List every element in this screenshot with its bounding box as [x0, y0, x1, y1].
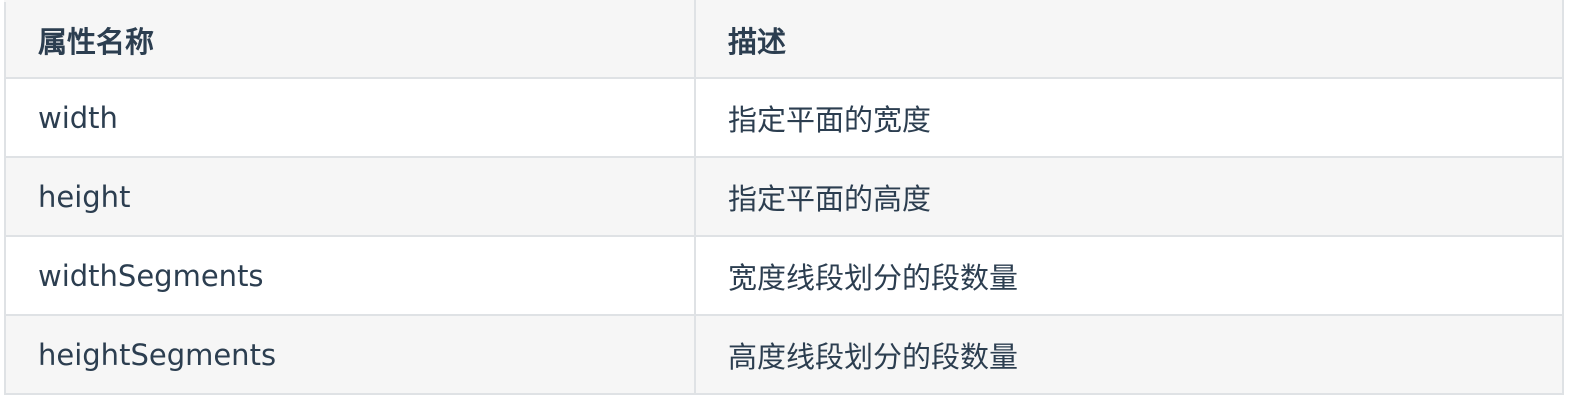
table-row: height 指定平面的高度 [4, 156, 1564, 237]
header-row: 属性名称 描述 [4, 0, 1564, 79]
header-description: 描述 [694, 0, 1564, 79]
table-header: 属性名称 描述 [4, 0, 1564, 79]
description-cell: 指定平面的宽度 [694, 77, 1564, 158]
properties-table: 属性名称 描述 width 指定平面的宽度 height 指定平面的高度 wid… [4, 0, 1564, 395]
table-row: width 指定平面的宽度 [4, 77, 1564, 158]
property-name-cell: widthSegments [4, 235, 696, 316]
description-cell: 高度线段划分的段数量 [694, 314, 1564, 395]
table-container: 属性名称 描述 width 指定平面的宽度 height 指定平面的高度 wid… [4, 0, 1564, 395]
description-cell: 指定平面的高度 [694, 156, 1564, 237]
description-cell: 宽度线段划分的段数量 [694, 235, 1564, 316]
table-body: width 指定平面的宽度 height 指定平面的高度 widthSegmen… [4, 77, 1564, 395]
property-name-cell: height [4, 156, 696, 237]
header-property-name: 属性名称 [4, 0, 696, 79]
table-row: heightSegments 高度线段划分的段数量 [4, 314, 1564, 395]
table-row: widthSegments 宽度线段划分的段数量 [4, 235, 1564, 316]
property-name-cell: heightSegments [4, 314, 696, 395]
property-name-cell: width [4, 77, 696, 158]
